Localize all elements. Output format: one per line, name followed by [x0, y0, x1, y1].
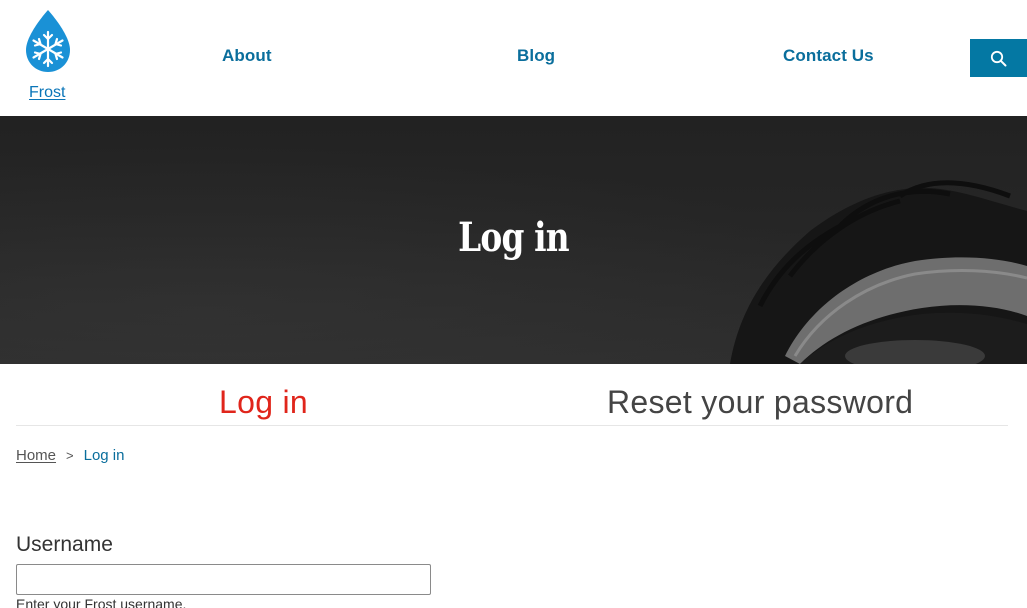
breadcrumb-home-link[interactable]: Home [16, 447, 56, 464]
search-icon [990, 50, 1007, 66]
search-button[interactable] [970, 39, 1027, 77]
site-header: Frost About Blog Contact Us [0, 0, 1027, 116]
breadcrumb-current: Log in [83, 447, 125, 464]
hero-banner: Log in [0, 116, 1027, 364]
nav-item-blog[interactable]: Blog [517, 46, 555, 66]
nav-item-contact-us[interactable]: Contact Us [783, 46, 874, 66]
account-tabs: Log in Reset your password [16, 380, 1008, 426]
tab-reset-password[interactable]: Reset your password [607, 384, 913, 421]
hero-title: Log in [458, 214, 570, 261]
breadcrumb-separator: > [66, 448, 74, 463]
username-label: Username [16, 533, 113, 556]
snowflake-drop-icon [26, 10, 70, 72]
site-logo-link[interactable] [20, 8, 76, 74]
nav-item-about[interactable]: About [222, 46, 272, 66]
site-name-link[interactable]: Frost [29, 84, 65, 102]
breadcrumb: Home > Log in [16, 447, 124, 464]
tab-log-in[interactable]: Log in [219, 384, 308, 421]
username-input[interactable] [16, 564, 431, 595]
username-help-text: Enter your Frost username. [16, 596, 187, 608]
